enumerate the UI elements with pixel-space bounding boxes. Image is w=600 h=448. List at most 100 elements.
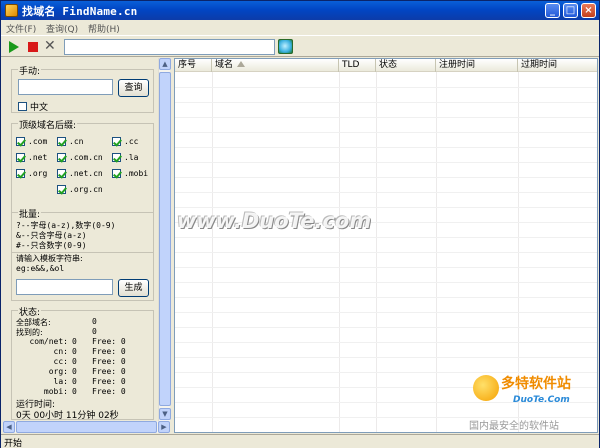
check-icon[interactable] [57, 153, 66, 162]
play-icon[interactable] [9, 41, 19, 53]
title-bar[interactable]: 找域名 FindName.cn _ □ × [1, 1, 599, 20]
menu-bar: 文件(F) 查询(Q) 帮助(H) [1, 20, 599, 35]
template-example: eg:e&&,&ol [16, 264, 65, 273]
bulk-group: 批量: ?--字母(a-z),数字(0-9) &--只含字母(a-z) #--只… [11, 207, 154, 301]
template-input[interactable] [16, 279, 113, 295]
status-bar: 开始 [1, 434, 599, 448]
chinese-label: 中文 [30, 103, 49, 113]
status-value: 0 [92, 317, 97, 326]
tld-item[interactable]: .mobi [112, 169, 148, 178]
col-header-tld[interactable]: TLD [339, 59, 376, 72]
template-prompt: 请输入模板字符串: [16, 254, 83, 263]
grid-row-line [175, 102, 597, 103]
hscroll-thumb[interactable] [16, 421, 157, 433]
scroll-up-icon[interactable]: ▲ [159, 58, 171, 70]
col-header-expire-date[interactable]: 过期时间 [518, 59, 597, 72]
tld-item[interactable]: .net [16, 153, 47, 162]
left-panel: 手动: 查询 中文 顶级域名后缀: .com .cn .cc .net .com… [3, 58, 158, 421]
toolbar: ✕ [1, 35, 599, 57]
status-value: 0 [72, 387, 77, 396]
scroll-thumb[interactable] [159, 72, 171, 406]
col-header-domain-label: 域名 [215, 60, 234, 70]
generate-button[interactable]: 生成 [118, 279, 149, 297]
left-vertical-scrollbar[interactable]: ▲ ▼ [158, 58, 171, 421]
main-window: 找域名 FindName.cn _ □ × 文件(F) 查询(Q) 帮助(H) … [0, 0, 600, 448]
status-value: 0 [72, 367, 77, 376]
col-header-domain[interactable]: 域名 [212, 59, 339, 72]
tld-group-label: 顶级域名后缀: [18, 118, 78, 131]
left-horizontal-scrollbar[interactable]: ◀ ▶ [3, 421, 170, 433]
cancel-icon[interactable]: ✕ [44, 38, 56, 54]
grid-row-line [175, 237, 597, 238]
status-free: Free: 0 [92, 357, 126, 366]
app-icon [5, 4, 18, 17]
status-free: Free: 0 [92, 337, 126, 346]
stop-icon[interactable] [28, 42, 38, 52]
query-button[interactable]: 查询 [118, 79, 149, 97]
scroll-down-icon[interactable]: ▼ [159, 408, 171, 420]
tld-item[interactable]: .net.cn [57, 169, 103, 178]
scroll-right-icon[interactable]: ▶ [158, 421, 170, 433]
menu-query[interactable]: 查询(Q) [46, 22, 78, 35]
go-icon[interactable] [278, 39, 293, 54]
check-icon[interactable] [112, 153, 121, 162]
tld-item[interactable]: .com [16, 137, 47, 146]
manual-group: 手动: 查询 中文 [11, 64, 154, 113]
manual-input[interactable] [18, 79, 113, 95]
check-icon[interactable] [57, 137, 66, 146]
watermark-logo-cn: 多特软件站 [501, 376, 571, 392]
grid-row-line [175, 297, 597, 298]
tld-item[interactable]: .org.cn [57, 185, 103, 194]
chinese-checkbox[interactable] [18, 102, 27, 111]
status-bar-text: 开始 [4, 439, 23, 448]
status-key: cc: [53, 357, 68, 366]
menu-help[interactable]: 帮助(H) [88, 22, 120, 35]
status-free: Free: 0 [92, 377, 126, 386]
check-icon[interactable] [57, 169, 66, 178]
tld-item[interactable]: .com.cn [57, 153, 103, 162]
watermark-slogan: 国内最安全的软件站 [469, 421, 559, 432]
check-icon[interactable] [16, 169, 25, 178]
status-key: mobi: [43, 387, 68, 396]
status-key: cn: [53, 347, 68, 356]
tld-item[interactable]: .la [112, 153, 138, 162]
url-input[interactable] [64, 39, 275, 55]
status-key: com/net: [29, 337, 68, 346]
check-icon[interactable] [112, 137, 121, 146]
manual-group-label: 手动: [18, 64, 42, 77]
watermark-text: www.DuoTe.com [177, 209, 372, 233]
grid-row-line [175, 132, 597, 133]
status-value: 0 [72, 357, 77, 366]
grid-row-line [175, 162, 597, 163]
check-icon[interactable] [16, 153, 25, 162]
grid-row-line [175, 252, 597, 253]
status-free: Free: 0 [92, 387, 126, 396]
menu-file[interactable]: 文件(F) [6, 22, 36, 35]
check-icon[interactable] [112, 169, 121, 178]
grid-row-line [175, 177, 597, 178]
tld-item[interactable]: .org [16, 169, 47, 178]
check-icon[interactable] [57, 185, 66, 194]
chinese-checkbox-row[interactable]: 中文 [18, 100, 48, 113]
bulk-group-label: 批量: [18, 207, 42, 220]
watermark-logo: 多特软件站 DuoTe.Com 国内最安全的软件站 [469, 373, 599, 433]
maximize-button[interactable]: □ [563, 3, 578, 18]
grid-row-line [175, 192, 597, 193]
col-header-status[interactable]: 状态 [376, 59, 436, 72]
grid-row-line [175, 117, 597, 118]
col-header-index[interactable]: 序号 [175, 59, 212, 72]
grid-row-line [175, 282, 597, 283]
scroll-left-icon[interactable]: ◀ [3, 421, 15, 433]
bulk-rule: &--只含字母(a-z) [16, 231, 87, 240]
minimize-button[interactable]: _ [545, 3, 560, 18]
status-key: la: [53, 377, 68, 386]
close-button[interactable]: × [581, 3, 596, 18]
col-header-register-date[interactable]: 注册时间 [436, 59, 518, 72]
grid-row-line [175, 87, 597, 88]
grid-row-line [175, 312, 597, 313]
tld-item[interactable]: .cc [112, 137, 138, 146]
bulk-rule: ?--字母(a-z),数字(0-9) [16, 221, 116, 230]
tld-item[interactable]: .cn [57, 137, 83, 146]
check-icon[interactable] [16, 137, 25, 146]
status-group: 状态: 全部域名: 0 找到的: 0 com/net: 0 Free: 0 cn: 0 Free:… [11, 305, 154, 421]
